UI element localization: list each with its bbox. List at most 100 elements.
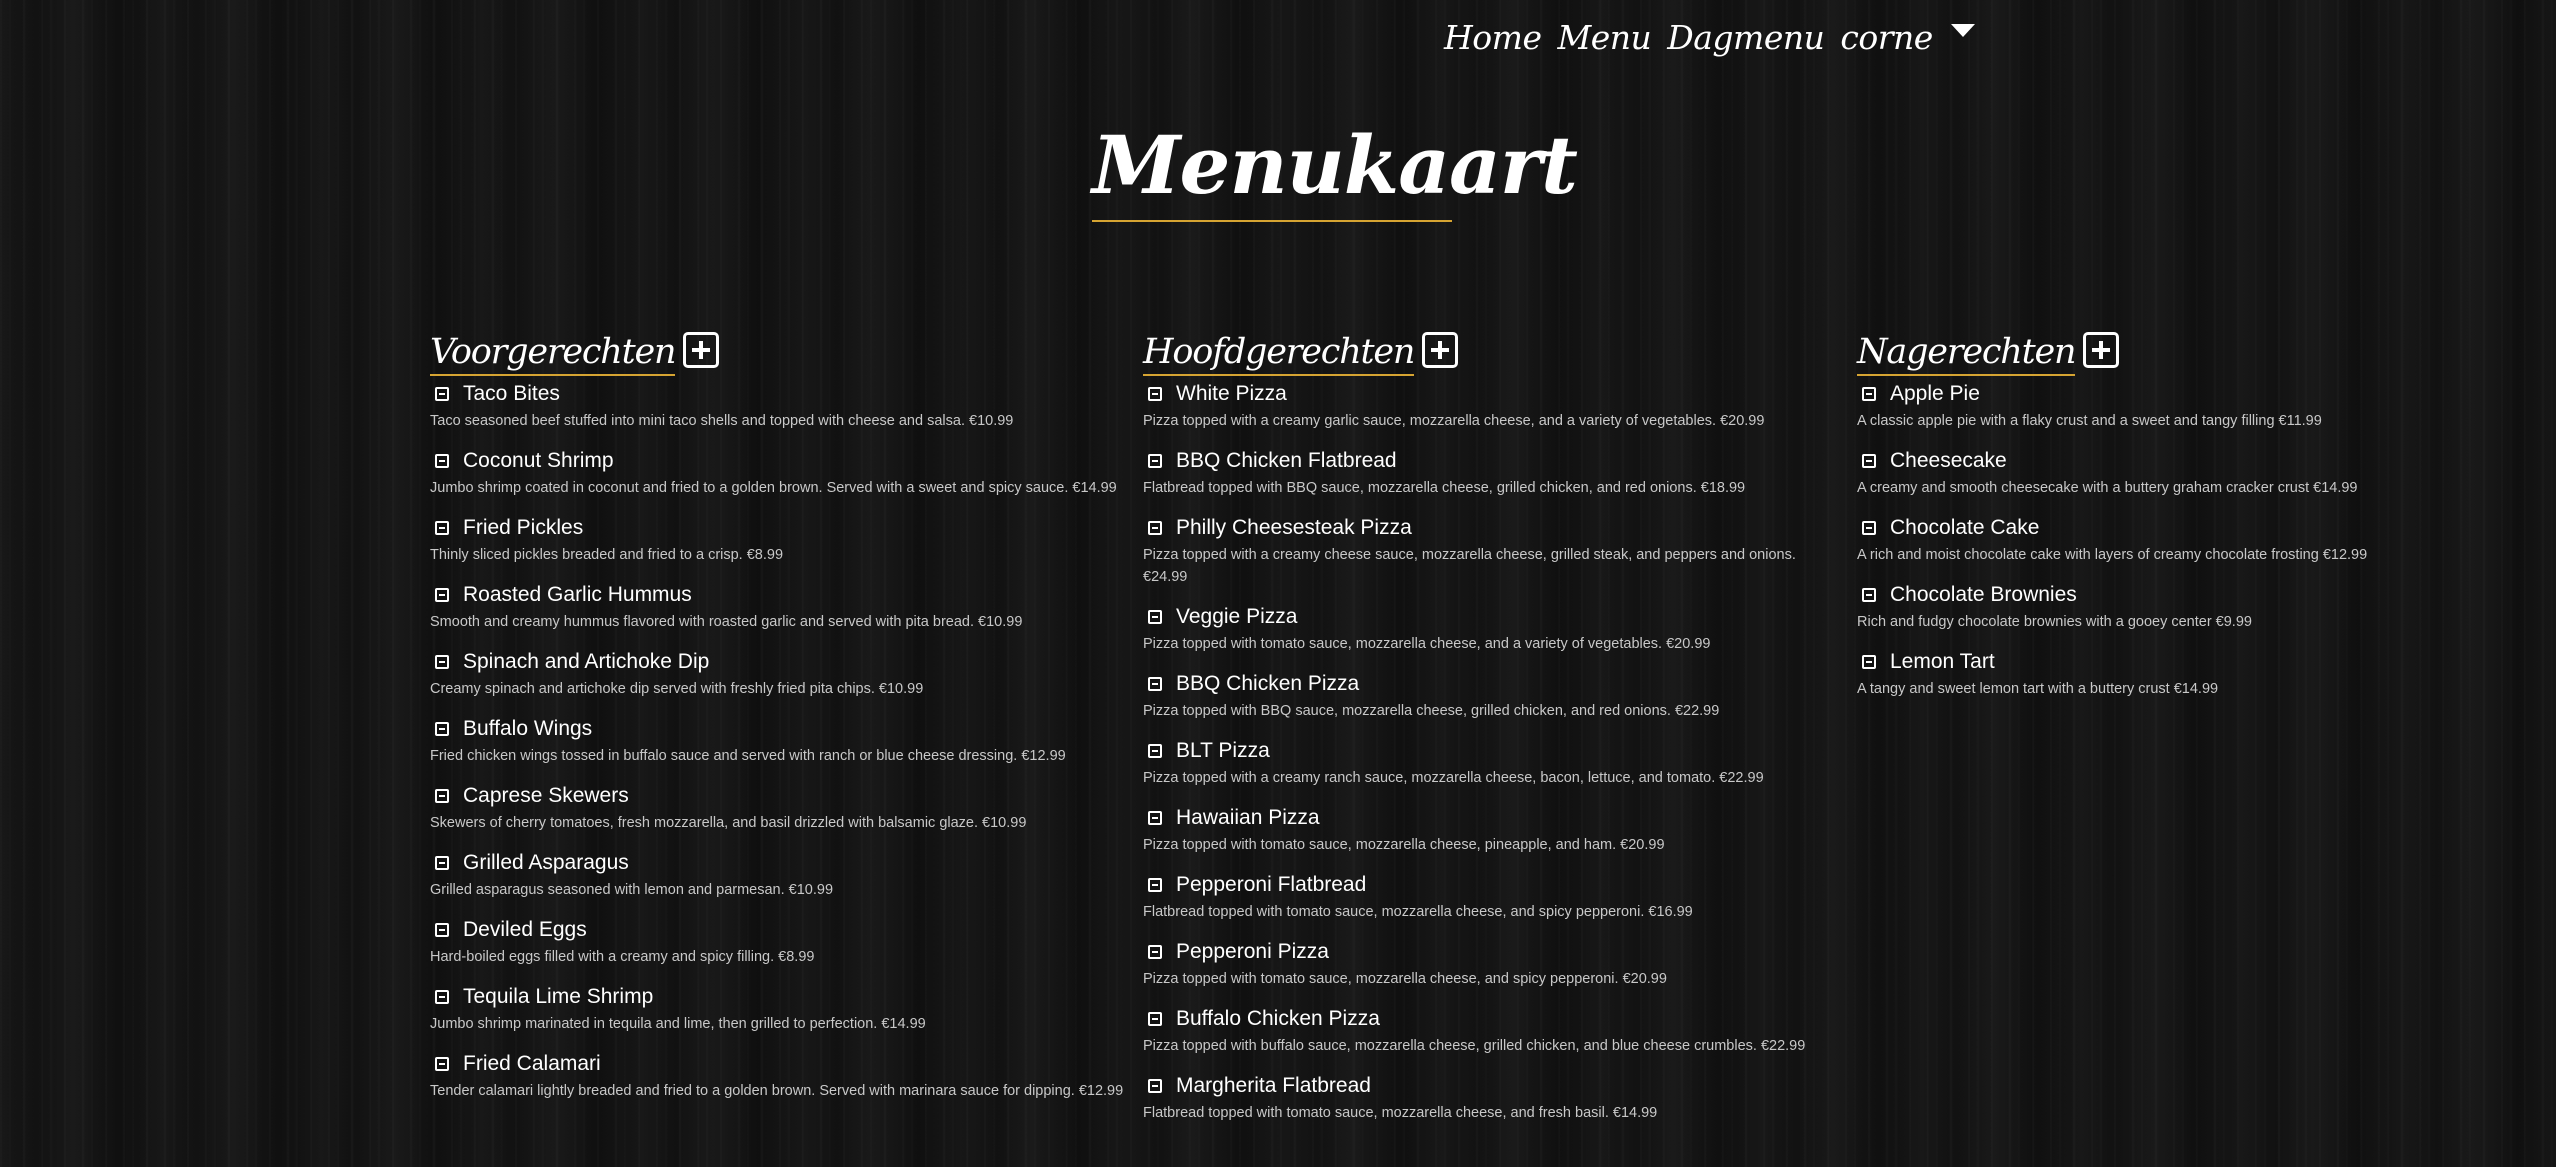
menu-item-name: Grilled Asparagus — [463, 851, 629, 874]
menu-item-description: Taco seasoned beef stuffed into mini tac… — [430, 413, 1014, 429]
menu-item-name: Pepperoni Pizza — [1176, 940, 1329, 963]
menu-item-name: Margherita Flatbread — [1176, 1074, 1371, 1097]
collapse-item-minus-icon[interactable] — [1148, 878, 1162, 892]
nav-link-user[interactable]: corne — [1840, 18, 1933, 57]
menu-item-description: Pizza topped with BBQ sauce, mozzarella … — [1143, 703, 1720, 719]
collapse-item-minus-icon[interactable] — [435, 990, 449, 1004]
collapse-item-minus-icon[interactable] — [1148, 610, 1162, 624]
menu-item-name: Tequila Lime Shrimp — [463, 985, 654, 1008]
menu-item-header: BBQ Chicken Pizza — [1143, 670, 1843, 698]
menu-item-name: BBQ Chicken Flatbread — [1176, 449, 1397, 472]
collapse-item-minus-icon[interactable] — [1148, 677, 1162, 691]
menu-item-description: A rich and moist chocolate cake with lay… — [1857, 547, 2368, 563]
expand-category-plus-icon[interactable] — [2083, 332, 2120, 368]
menu-item-description: Rich and fudgy chocolate brownies with a… — [1857, 614, 2252, 630]
menu-item-description: A tangy and sweet lemon tart with a butt… — [1857, 681, 2219, 697]
menu-item-name: White Pizza — [1176, 382, 1287, 405]
category-title: Hoofdgerechten — [1143, 330, 1415, 376]
expand-category-plus-icon[interactable] — [1422, 332, 1459, 368]
menu-item-header: Grilled Asparagus — [430, 849, 1130, 877]
menu-item-name: Coconut Shrimp — [463, 449, 614, 472]
menu-item-description: Pizza topped with buffalo sauce, mozzare… — [1143, 1038, 1806, 1054]
menu-item: Philly Cheesesteak Pizza Pizza topped wit… — [1143, 514, 1843, 588]
collapse-item-minus-icon[interactable] — [1862, 588, 1876, 602]
collapse-item-minus-icon[interactable] — [435, 923, 449, 937]
menu-item: Roasted Garlic Hummus Smooth and creamy h… — [430, 581, 1130, 633]
collapse-item-minus-icon[interactable] — [435, 454, 449, 468]
expand-category-plus-icon[interactable] — [683, 332, 720, 368]
collapse-item-minus-icon[interactable] — [1862, 521, 1876, 535]
collapse-item-minus-icon[interactable] — [1148, 811, 1162, 825]
menu-item: Chocolate Cake A rich and moist chocolate… — [1857, 514, 2556, 566]
collapse-item-minus-icon[interactable] — [435, 1057, 449, 1071]
collapse-item-minus-icon[interactable] — [1148, 1012, 1162, 1026]
menu-item: Cheesecake A creamy and smooth cheesecake… — [1857, 447, 2556, 499]
collapse-item-minus-icon[interactable] — [1148, 744, 1162, 758]
menu-item-header: White Pizza — [1143, 380, 1843, 408]
category-title: Voorgerechten — [430, 330, 677, 376]
menu-item-list: Taco Bites Taco seasoned beef stuffed int… — [430, 380, 1130, 1102]
menu-item-header: Philly Cheesesteak Pizza — [1143, 514, 1843, 542]
collapse-item-minus-icon[interactable] — [435, 588, 449, 602]
menu-item-header: Roasted Garlic Hummus — [430, 581, 1130, 609]
menu-item-description: Pizza topped with a creamy garlic sauce,… — [1143, 413, 1765, 429]
collapse-item-minus-icon[interactable] — [435, 387, 449, 401]
menu-item-header: Spinach and Artichoke Dip — [430, 648, 1130, 676]
menu-item: Caprese Skewers Skewers of cherry tomatoe… — [430, 782, 1130, 834]
nav-link-home[interactable]: Home — [1444, 18, 1542, 57]
menu-item: BBQ Chicken Pizza Pizza topped with BBQ s… — [1143, 670, 1843, 722]
collapse-item-minus-icon[interactable] — [1148, 945, 1162, 959]
category-title: Nagerechten — [1857, 330, 2077, 376]
menu-item: Deviled Eggs Hard-boiled eggs filled with… — [430, 916, 1130, 968]
nav-link-menu[interactable]: Menu — [1557, 18, 1651, 57]
menu-item: Pepperoni Pizza Pizza topped with tomato … — [1143, 938, 1843, 990]
dropdown-caret-icon[interactable] — [1950, 24, 1975, 37]
menu-item-header: Lemon Tart — [1857, 648, 2556, 676]
menu-item: Buffalo Chicken Pizza Pizza topped with b… — [1143, 1005, 1843, 1057]
menu-item-description: Hard-boiled eggs filled with a creamy an… — [430, 949, 815, 965]
nav-link-dagmenu[interactable]: Dagmenu — [1667, 18, 1825, 57]
menu-item: Taco Bites Taco seasoned beef stuffed int… — [430, 380, 1130, 432]
menu-item-name: Apple Pie — [1890, 382, 1980, 405]
collapse-item-minus-icon[interactable] — [435, 789, 449, 803]
collapse-item-minus-icon[interactable] — [1862, 655, 1876, 669]
menu-item: Chocolate Brownies Rich and fudgy chocola… — [1857, 581, 2556, 633]
collapse-item-minus-icon[interactable] — [1148, 521, 1162, 535]
menu-item-description: Smooth and creamy hummus flavored with r… — [430, 614, 1023, 630]
collapse-item-minus-icon[interactable] — [1862, 387, 1876, 401]
menu-item-header: Fried Pickles — [430, 514, 1130, 542]
collapse-item-minus-icon[interactable] — [435, 655, 449, 669]
menu-item-name: Buffalo Wings — [463, 717, 593, 740]
collapse-item-minus-icon[interactable] — [435, 521, 449, 535]
category-column: Nagerechten Apple Pie A classic apple pie… — [1857, 330, 2556, 715]
menu-item: Fried Pickles Thinly sliced pickles bread… — [430, 514, 1130, 566]
menu-item: Buffalo Wings Fried chicken wings tossed … — [430, 715, 1130, 767]
category-header: Voorgerechten — [430, 330, 1130, 376]
collapse-item-minus-icon[interactable] — [1862, 454, 1876, 468]
menu-item-name: Lemon Tart — [1890, 650, 1995, 673]
collapse-item-minus-icon[interactable] — [1148, 1079, 1162, 1093]
menu-item-description: Pizza topped with tomato sauce, mozzarel… — [1143, 837, 1665, 853]
menu-item-description: A creamy and smooth cheesecake with a bu… — [1857, 480, 2358, 496]
menu-item-header: Chocolate Brownies — [1857, 581, 2556, 609]
menu-item-header: Caprese Skewers — [430, 782, 1130, 810]
menu-item-description: Thinly sliced pickles breaded and fried … — [430, 547, 784, 563]
collapse-item-minus-icon[interactable] — [435, 722, 449, 736]
menu-item-header: BBQ Chicken Flatbread — [1143, 447, 1843, 475]
menu-item-header: Tequila Lime Shrimp — [430, 983, 1130, 1011]
menu-item-description: Jumbo shrimp coated in coconut and fried… — [430, 480, 1117, 496]
menu-item-header: BLT Pizza — [1143, 737, 1843, 765]
menu-item-name: Buffalo Chicken Pizza — [1176, 1007, 1380, 1030]
menu-item-header: Buffalo Wings — [430, 715, 1130, 743]
collapse-item-minus-icon[interactable] — [1148, 387, 1162, 401]
menu-item-header: Pepperoni Pizza — [1143, 938, 1843, 966]
menu-item-header: Pepperoni Flatbread — [1143, 871, 1843, 899]
menu-item-name: Pepperoni Flatbread — [1176, 873, 1367, 896]
menu-item-name: Philly Cheesesteak Pizza — [1176, 516, 1412, 539]
menu-item-description: A classic apple pie with a flaky crust a… — [1857, 413, 2322, 429]
collapse-item-minus-icon[interactable] — [435, 856, 449, 870]
menu-item-description: Pizza topped with tomato sauce, mozzarel… — [1143, 971, 1667, 987]
collapse-item-minus-icon[interactable] — [1148, 454, 1162, 468]
menu-item-name: Caprese Skewers — [463, 784, 629, 807]
menu-item-name: Cheesecake — [1890, 449, 2007, 472]
